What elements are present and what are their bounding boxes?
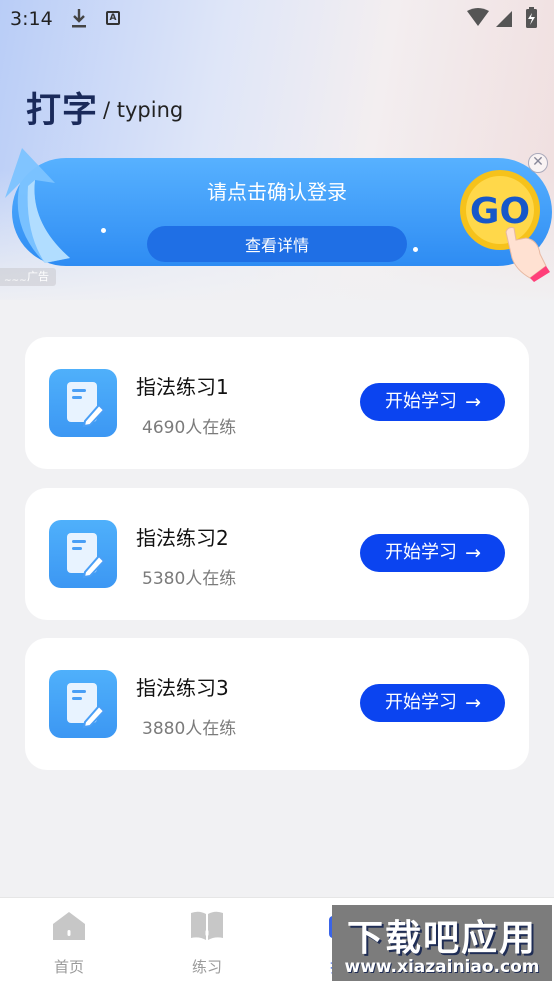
go-label: GO <box>470 191 530 232</box>
nav-item-home[interactable]: 首页 <box>0 898 138 984</box>
start-learning-label: 开始学习 <box>385 542 457 563</box>
lesson-icon <box>49 369 117 437</box>
lesson-icon <box>49 520 117 588</box>
ad-details-button[interactable]: 查看详情 <box>147 226 407 262</box>
nav-label-home: 首页 <box>53 958 84 976</box>
watermark-url: www.xiazainiao.com <box>344 957 540 977</box>
lesson-learner-count: 4690人在练 <box>142 418 237 438</box>
decor-dot <box>413 247 418 252</box>
nav-item-practice[interactable]: 练习 <box>138 898 276 984</box>
start-learning-button[interactable]: 开始学习 → <box>360 534 505 572</box>
keyboard-notification-icon: A <box>106 11 120 25</box>
download-icon <box>72 9 86 28</box>
notepad-pencil-icon <box>67 382 106 428</box>
page-title: 打字 <box>26 91 99 131</box>
lesson-title: 指法练习1 <box>136 375 229 399</box>
lesson-learner-count: 3880人在练 <box>142 719 237 739</box>
lesson-title: 指法练习2 <box>136 526 229 550</box>
lesson-card[interactable]: 指法练习1 4690人在练 开始学习 → <box>25 337 529 469</box>
arrow-right-icon: → <box>465 692 481 714</box>
home-icon <box>53 912 85 940</box>
lesson-title: 指法练习3 <box>136 676 229 700</box>
lesson-card[interactable]: 指法练习2 5380人在练 开始学习 → <box>25 488 529 620</box>
notepad-pencil-icon <box>67 683 106 729</box>
signal-battery-icons <box>467 7 537 28</box>
arrow-right-icon: → <box>465 542 481 564</box>
nav-label-practice: 练习 <box>191 958 222 976</box>
close-icon: ✕ <box>532 154 544 170</box>
start-learning-button[interactable]: 开始学习 → <box>360 383 505 421</box>
status-time: 3:14 <box>10 8 53 30</box>
watermark-name: 下载吧应用 <box>346 918 537 959</box>
go-hand-icon: GO <box>460 170 550 282</box>
arrow-right-icon: → <box>465 391 481 413</box>
book-icon <box>191 911 223 940</box>
watermark: 下载吧应用 www.xiazainiao.com <box>332 905 552 981</box>
ad-wave-icon: ~~~ <box>4 276 27 286</box>
lesson-card[interactable]: 指法练习3 3880人在练 开始学习 → <box>25 638 529 770</box>
lesson-icon <box>49 670 117 738</box>
decor-dot <box>101 228 106 233</box>
lesson-learner-count: 5380人在练 <box>142 569 237 589</box>
start-learning-label: 开始学习 <box>385 692 457 713</box>
notepad-pencil-icon <box>67 533 106 579</box>
start-learning-button[interactable]: 开始学习 → <box>360 684 505 722</box>
status-bar: 3:14 A <box>0 0 554 36</box>
start-learning-label: 开始学习 <box>385 391 457 412</box>
ad-tag-label: 广告 <box>27 270 49 283</box>
page-subtitle: / typing <box>103 98 184 122</box>
ad-tag: ~~~ 广告 <box>0 268 56 286</box>
close-ad-button[interactable]: ✕ <box>528 153 548 173</box>
